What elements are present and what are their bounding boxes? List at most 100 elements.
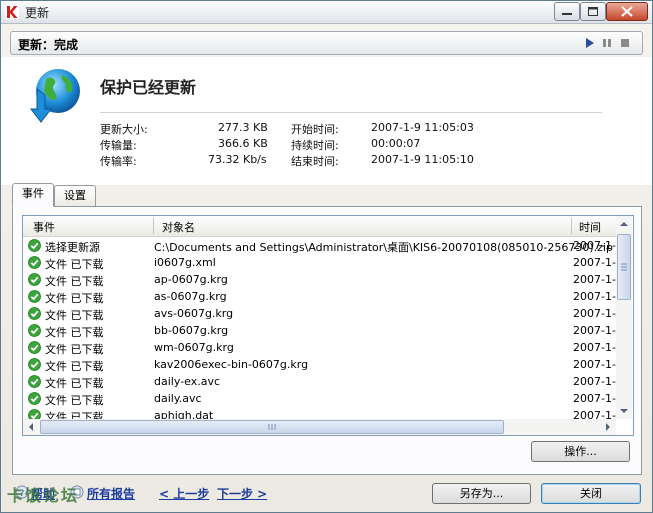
grip-icon (621, 263, 627, 271)
time-cell: 2007-1-9 (573, 256, 616, 269)
list-item[interactable]: 文件 已下载 daily-ex.avc 2007-1-9 (23, 373, 616, 390)
column-separator[interactable] (571, 218, 572, 234)
object-cell: wm-0607g.krg (154, 341, 234, 354)
column-header-event[interactable]: 事件 (33, 219, 55, 235)
stat-label: 结束时间: (291, 155, 339, 168)
time-cell: 2007-1-9 (573, 341, 616, 354)
pause-icon[interactable] (601, 37, 613, 49)
summary-area: 保护已经更新 更新大小: 277.3 KB 开始时间: 2007-1-9 11:… (1, 57, 652, 185)
stat-label: 开始时间: (291, 123, 339, 136)
vertical-scroll-thumb[interactable] (617, 234, 631, 300)
object-cell: kav2006exec-bin-0607g.krg (154, 358, 309, 371)
maximize-button[interactable] (580, 2, 606, 21)
stop-icon[interactable] (619, 37, 631, 49)
success-check-icon (28, 392, 41, 405)
time-cell: 2007-1-9 (573, 375, 616, 388)
headline: 保护已经更新 (100, 78, 197, 97)
stat-value: 366.6 KB (218, 137, 268, 150)
stat-label: 持续时间: (291, 139, 339, 152)
horizontal-scroll-thumb[interactable] (40, 420, 504, 434)
update-globe-icon (29, 69, 80, 123)
list-item[interactable]: 文件 已下载 ap-0607g.krg 2007-1-9 (23, 271, 616, 288)
close-button[interactable]: 关闭 (541, 483, 641, 504)
stat-value: 73.32 Kb/s (208, 153, 267, 166)
tab-settings[interactable]: 设置 (54, 185, 96, 206)
update-window: 更新 更新：完成 保护已经更新 更新大小: 277.3 KB 开始时间: 200… (0, 0, 653, 513)
minimize-icon (562, 13, 572, 15)
success-check-icon (28, 273, 41, 286)
close-icon (621, 6, 633, 17)
object-cell: daily.avc (154, 392, 202, 405)
success-check-icon (28, 341, 41, 354)
actions-button[interactable]: 操作... (531, 441, 630, 462)
close-window-button[interactable] (606, 2, 648, 21)
time-cell: 2007-1-9 (573, 392, 616, 405)
success-check-icon (28, 324, 41, 337)
column-separator[interactable] (153, 218, 154, 234)
list-item[interactable]: 文件 已下载 wm-0607g.krg 2007-1-9 (23, 339, 616, 356)
list-item[interactable]: 文件 已下载 daily.avc 2007-1-9 (23, 390, 616, 407)
time-cell: 2007-1-9 (573, 273, 616, 286)
object-cell: as-0607g.krg (154, 290, 227, 303)
event-cell: 选择更新源 (45, 241, 100, 254)
tab-events[interactable]: 事件 (12, 183, 54, 207)
stat-value: 00:00:07 (371, 137, 421, 150)
event-cell: 文件 已下载 (45, 377, 104, 390)
all-reports-link[interactable]: 所有报告 (87, 485, 135, 502)
divider (100, 112, 602, 113)
play-icon[interactable] (583, 37, 595, 49)
event-cell: 文件 已下载 (45, 326, 104, 339)
column-header-object[interactable]: 对象名 (162, 219, 195, 235)
list-item[interactable]: 文件 已下载 as-0607g.krg 2007-1-9 (23, 288, 616, 305)
event-list[interactable]: 事件 对象名 时间 选择更新源 C:\Documents and Settings… (22, 215, 634, 436)
stat-value: 277.3 KB (218, 121, 268, 134)
list-item[interactable]: 文件 已下载 avs-0607g.krg 2007-1-9 (23, 305, 616, 322)
horizontal-scrollbar[interactable] (23, 419, 616, 435)
object-cell: avs-0607g.krg (154, 307, 234, 320)
list-item[interactable]: 选择更新源 C:\Documents and Settings\Administr… (23, 237, 616, 254)
time-cell: 2007-1-9 (573, 324, 616, 337)
time-cell: 2007-1-9 (573, 358, 616, 371)
minimize-button[interactable] (554, 2, 580, 21)
time-cell: 2007-1-9 (573, 290, 616, 303)
success-check-icon (28, 358, 41, 371)
vertical-scrollbar[interactable] (616, 216, 632, 419)
save-as-button[interactable]: 另存为... (432, 483, 531, 504)
stat-label: 传输率: (100, 155, 137, 168)
success-check-icon (28, 290, 41, 303)
event-cell: 文件 已下载 (45, 309, 104, 322)
success-check-icon (28, 307, 41, 320)
object-cell: bb-0607g.krg (154, 324, 229, 337)
success-check-icon (28, 375, 41, 388)
forum-watermark: 卡饭论坛 (7, 486, 80, 505)
scroll-right-icon[interactable] (600, 419, 616, 435)
status-bar: 更新：完成 (10, 31, 643, 55)
time-cell: 2007-1-9 (573, 307, 616, 320)
scroll-left-icon[interactable] (23, 419, 39, 435)
scroll-down-icon[interactable] (616, 403, 632, 419)
grip-icon (268, 424, 276, 430)
status-text: 更新：完成 (18, 38, 79, 52)
title-bar[interactable]: 更新 (1, 1, 652, 24)
event-cell: 文件 已下载 (45, 258, 104, 271)
list-item[interactable]: 文件 已下载 bb-0607g.krg 2007-1-9 (23, 322, 616, 339)
tab-panel-events: 事件 对象名 时间 选择更新源 C:\Documents and Settings… (12, 206, 642, 475)
event-cell: 文件 已下载 (45, 275, 104, 288)
next-step-link[interactable]: 下一步 > (217, 485, 267, 502)
stat-label: 更新大小: (100, 123, 148, 136)
scroll-up-icon[interactable] (616, 216, 632, 232)
stat-value: 2007-1-9 11:05:10 (371, 153, 474, 166)
event-cell: 文件 已下载 (45, 343, 104, 356)
stat-label: 传输量: (100, 139, 137, 152)
list-item[interactable]: 文件 已下载 kav2006exec-bin-0607g.krg 2007-1-9 (23, 356, 616, 373)
time-cell: 2007-1-9 (573, 239, 616, 252)
previous-step-link[interactable]: < 上一步 (159, 485, 209, 502)
event-cell: 文件 已下载 (45, 394, 104, 407)
column-header-time[interactable]: 时间 (579, 219, 601, 235)
stat-value: 2007-1-9 11:05:03 (371, 121, 474, 134)
object-cell: C:\Documents and Settings\Administrator\… (154, 241, 613, 254)
object-cell: i0607g.xml (154, 256, 216, 269)
maximize-icon (588, 7, 598, 16)
event-cell: 文件 已下载 (45, 360, 104, 373)
list-item[interactable]: 文件 已下载 i0607g.xml 2007-1-9 (23, 254, 616, 271)
